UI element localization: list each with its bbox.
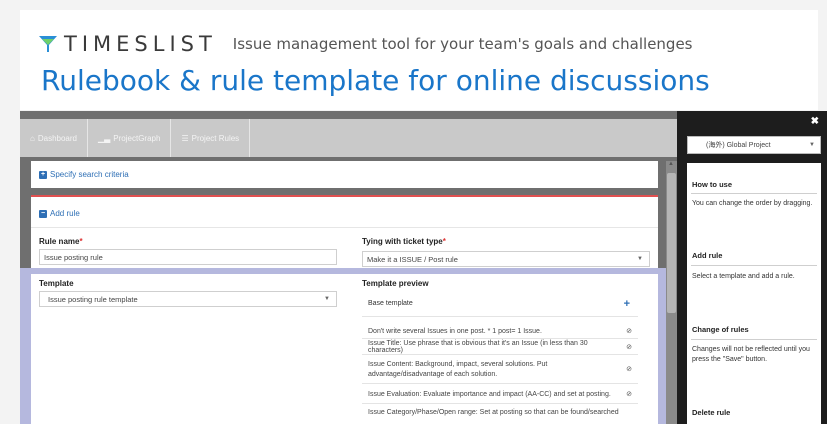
- remove-circle-icon[interactable]: ⊘: [626, 390, 632, 398]
- brand-tagline: Issue management tool for your team's go…: [232, 35, 693, 53]
- main-panel: ⌂ Dashboard ▁▃ ProjectGraph ☰ Project Ru…: [20, 111, 677, 424]
- brand: TIMESLIST Issue management tool for your…: [38, 32, 693, 56]
- chevron-down-icon: ▼: [324, 296, 330, 302]
- help-panel: How to use You can change the order by d…: [687, 163, 821, 424]
- remove-circle-icon[interactable]: ⊘: [626, 343, 632, 351]
- list-icon: ☰: [181, 133, 189, 143]
- remove-circle-icon[interactable]: ⊘: [626, 365, 632, 375]
- template-section: Template Issue posting rule template ▼ T…: [31, 274, 658, 424]
- rule-name-input[interactable]: Issue posting rule: [39, 249, 337, 265]
- divider: [691, 339, 817, 340]
- help-section-title: Delete rule: [692, 408, 731, 417]
- minus-square-icon: −: [39, 209, 47, 218]
- close-icon[interactable]: ✖: [811, 116, 819, 127]
- template-preview-label: Template preview: [362, 279, 429, 288]
- nav-label: Project Rules: [191, 133, 240, 143]
- nav-projectgraph[interactable]: ▁▃ ProjectGraph: [87, 119, 172, 157]
- plus-square-icon: +: [39, 170, 47, 179]
- highlight-overlay: Template Issue posting rule template ▼ T…: [20, 268, 666, 424]
- scrollbar[interactable]: ▲: [666, 161, 677, 424]
- help-section-text: You can change the order by dragging.: [692, 200, 813, 207]
- template-value: Issue posting rule template: [48, 294, 138, 304]
- ticket-type-select[interactable]: Make it a ISSUE / Post rule ▼: [362, 251, 650, 267]
- ticket-type-label: Tying with ticket type*: [362, 237, 446, 246]
- app-screenshot: ⌂ Dashboard ▁▃ ProjectGraph ☰ Project Ru…: [20, 111, 827, 424]
- chevron-down-icon: ▼: [809, 142, 815, 148]
- help-section-text: Select a template and add a rule.: [692, 273, 795, 280]
- brand-name: TIMESLIST: [64, 32, 217, 56]
- chevron-down-icon: ▼: [637, 256, 643, 262]
- template-select[interactable]: Issue posting rule template ▼: [39, 291, 337, 307]
- project-select[interactable]: (海外) Global Project ▼: [687, 136, 821, 154]
- help-sidebar: ✖ (海外) Global Project ▼ How to use You c…: [681, 111, 827, 424]
- scroll-up-icon[interactable]: ▲: [668, 161, 674, 167]
- rule-name-label: Rule name*: [39, 237, 83, 246]
- remove-circle-icon[interactable]: ⊘: [626, 327, 632, 335]
- help-section-title: Add rule: [692, 251, 723, 260]
- top-navigation: ⌂ Dashboard ▁▃ ProjectGraph ☰ Project Ru…: [20, 119, 677, 157]
- home-icon: ⌂: [30, 133, 35, 143]
- page-headline: Rulebook & rule template for online disc…: [41, 64, 710, 97]
- divider: [31, 227, 658, 228]
- divider: [691, 193, 817, 194]
- preview-row[interactable]: Issue Content: Background, impact, sever…: [362, 356, 638, 384]
- add-icon[interactable]: +: [624, 298, 630, 310]
- search-criteria-label: Specify search criteria: [50, 170, 129, 179]
- preview-row[interactable]: Issue Evaluation: Evaluate importance an…: [362, 385, 638, 404]
- help-section-title: How to use: [692, 180, 733, 189]
- preview-row[interactable]: Issue Category/Phase/Open range: Set at …: [362, 405, 638, 420]
- ticket-type-value: Make it a ISSUE / Post rule: [367, 254, 458, 264]
- project-select-value: (海外) Global Project: [706, 142, 771, 149]
- template-label: Template: [39, 279, 74, 288]
- timeslist-logo-icon: [39, 36, 57, 52]
- help-section-title: Change of rules: [692, 325, 749, 334]
- banner: TIMESLIST Issue management tool for your…: [20, 10, 818, 110]
- preview-row[interactable]: Issue Title: Use phrase that is obvious …: [362, 340, 638, 355]
- nav-label: Dashboard: [37, 133, 77, 143]
- nav-label: ProjectGraph: [113, 133, 161, 143]
- chart-icon: ▁▃: [97, 133, 111, 143]
- add-rule-toggle[interactable]: − Add rule: [39, 209, 80, 218]
- help-section-text: Changes will not be reflected until you …: [692, 346, 810, 363]
- preview-row[interactable]: Don't write several Issues in one post. …: [362, 324, 638, 339]
- nav-project-rules[interactable]: ☰ Project Rules: [171, 119, 251, 157]
- add-rule-label: Add rule: [50, 209, 80, 218]
- scrollbar-thumb[interactable]: [667, 173, 676, 313]
- nav-dashboard[interactable]: ⌂ Dashboard: [20, 119, 88, 157]
- divider: [691, 265, 817, 266]
- search-criteria-toggle[interactable]: + Specify search criteria: [31, 161, 658, 188]
- preview-header: Base template +: [362, 291, 638, 317]
- preview-header-label: Base template: [368, 300, 413, 307]
